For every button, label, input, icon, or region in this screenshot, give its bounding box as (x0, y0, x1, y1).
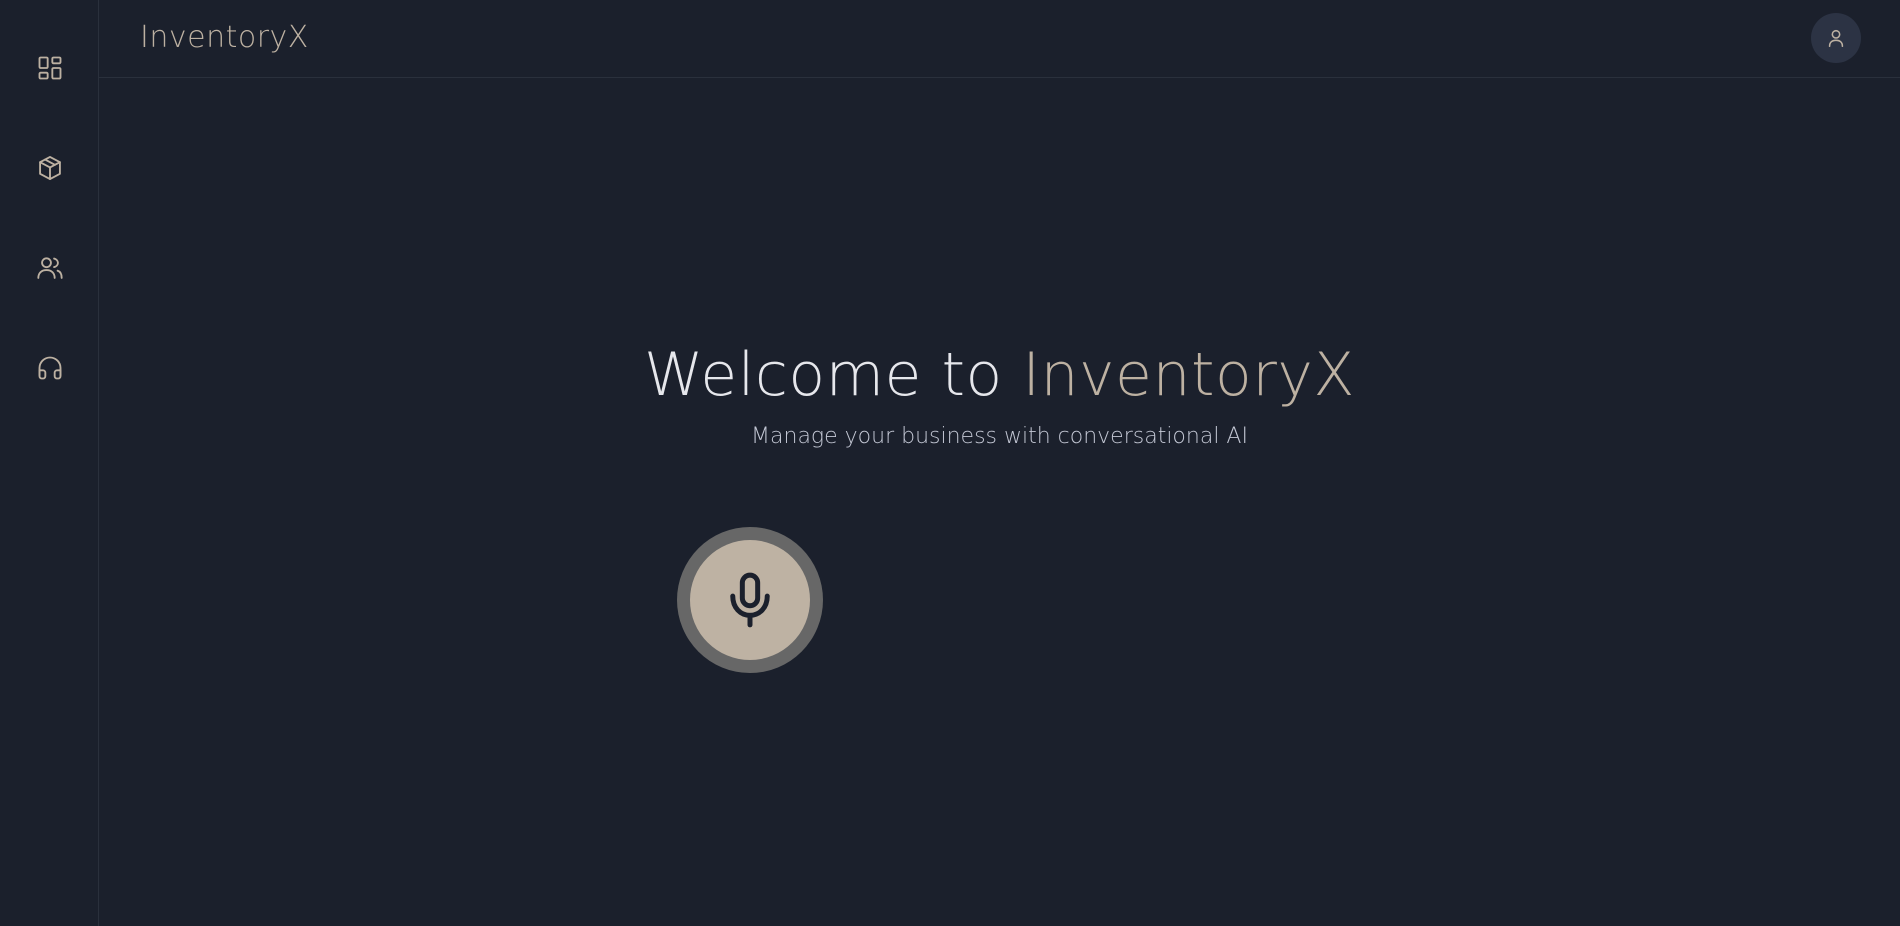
users-icon (37, 257, 63, 279)
microphone-icon (730, 572, 770, 628)
sidebar-item-dashboard[interactable] (25, 43, 75, 93)
sidebar-item-support[interactable] (25, 343, 75, 393)
welcome-section: Welcome to InventoryX Manage your busine… (99, 340, 1900, 449)
welcome-title: Welcome to InventoryX (99, 340, 1900, 410)
package-icon (39, 155, 61, 181)
welcome-subtitle: Manage your business with conversational… (751, 424, 1248, 449)
headphones-icon (38, 356, 62, 380)
welcome-title-prefix: Welcome to (643, 340, 1023, 410)
voice-input-button[interactable] (677, 527, 823, 673)
top-bar: InventoryX (99, 0, 1900, 78)
user-icon (1828, 29, 1844, 48)
sidebar (0, 0, 99, 926)
user-avatar-button[interactable] (1811, 13, 1861, 63)
sidebar-item-customers[interactable] (25, 243, 75, 293)
dashboard-icon (38, 56, 62, 80)
welcome-title-brand: InventoryX (1022, 340, 1356, 410)
microphone-button-inner[interactable] (690, 540, 810, 660)
sidebar-item-inventory[interactable] (25, 143, 75, 193)
app-title[interactable]: InventoryX (140, 20, 309, 55)
